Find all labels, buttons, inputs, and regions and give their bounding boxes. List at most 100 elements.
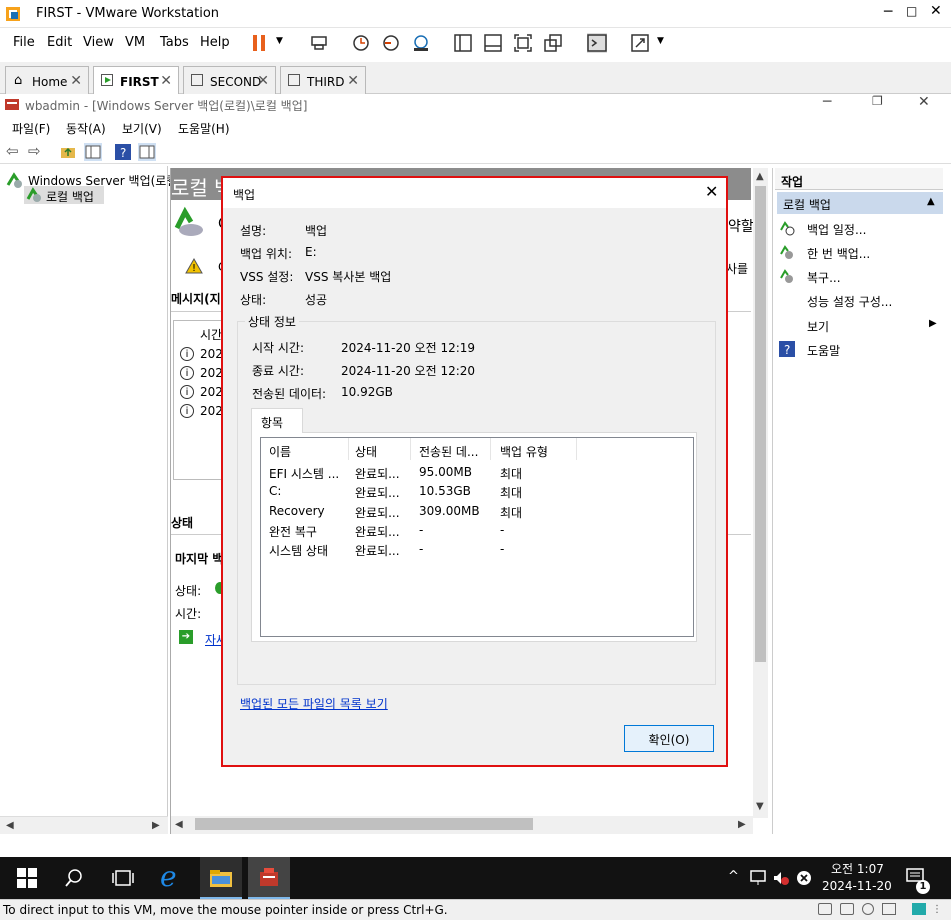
volume-muted-icon[interactable] [772,870,790,886]
hdd2-icon[interactable] [840,903,854,915]
maximize-button[interactable]: □ [906,4,917,18]
close-button[interactable]: ✕ [918,94,930,110]
field-status: 성공 [305,293,328,307]
network-icon[interactable] [750,870,768,886]
internet-explorer-icon[interactable]: e [160,860,177,893]
close-icon[interactable]: ✕ [347,73,359,89]
mmc-menubar: 파일(F) 동작(A) 보기(V) 도움말(H) [0,116,951,140]
col-status[interactable]: 상태 [349,438,411,460]
view-thumbnail-icon[interactable] [483,33,503,53]
file-explorer-button[interactable] [200,857,242,899]
unity-icon[interactable] [543,33,563,53]
center-hscrollbar[interactable]: ◀ ▶ [171,816,753,834]
col-time[interactable]: 시간 [200,326,222,343]
table-row[interactable]: 완전 복구 완료되... - - [261,522,693,540]
collapse-icon[interactable]: ▲ [927,196,935,207]
col-backup-type[interactable]: 백업 유형 [491,438,577,460]
warn-right-text: 사를 [726,262,749,276]
action-recover[interactable]: 복구... [779,268,939,286]
chevron-down-icon[interactable]: ▼ [276,36,283,46]
action-backup-schedule[interactable]: 백업 일정... [779,220,939,238]
view-all-files-link[interactable]: 백업된 모든 파일의 목록 보기 [240,695,388,712]
restore-button[interactable]: ❐ [872,94,883,108]
close-button[interactable]: ✕ [930,3,942,19]
menu-file[interactable]: 파일(F) [12,120,50,137]
messages-list[interactable]: 시간 i 202 i 202 i 202 i 202 [173,320,225,480]
tab-second[interactable]: SECOND ✕ [183,66,276,94]
minimize-button[interactable]: ─ [884,4,892,20]
center-vscrollbar[interactable]: ▲ ▼ [753,168,768,818]
menu-file[interactable]: File [13,35,35,50]
clock-time[interactable]: 오전 1:07 [831,860,884,877]
tab-label: SECOND [210,75,262,89]
stretch-icon[interactable] [630,33,650,53]
minimize-button[interactable]: ─ [823,94,831,110]
folder-up-icon[interactable] [60,144,76,160]
tree-item-local-backup[interactable]: 로컬 백업 [24,186,104,204]
action-performance-settings[interactable]: 성능 설정 구성... [807,293,892,310]
menu-tabs[interactable]: Tabs [160,35,189,50]
table-cell: 95.00MB [419,465,472,479]
close-icon[interactable]: ✕ [257,73,269,89]
show-action-pane-icon[interactable] [138,143,156,161]
tab-label: THIRD [307,75,345,89]
clock-date[interactable]: 2024-11-20 [822,879,892,893]
view-library-icon[interactable] [453,33,473,53]
close-icon[interactable]: ✕ [160,73,172,89]
chevron-down-icon[interactable]: ▼ [657,36,664,46]
show-tree-icon[interactable] [84,143,102,161]
windows-start-icon[interactable] [17,868,37,888]
help-icon: ? [779,341,795,357]
items-listview[interactable]: 이름 상태 전송된 데... 백업 유형 EFI 시스템 ... 완료되... 95… [260,437,694,637]
actions-section[interactable]: 로컬 백업 ▲ [777,192,943,214]
wbadmin-taskbar-button[interactable] [248,857,290,899]
action-view[interactable]: 보기 ▶ [779,317,939,335]
snapshot-icon[interactable] [351,33,371,53]
table-row[interactable]: Recovery 완료되... 309.00MB 최대 [261,503,693,521]
menu-vm[interactable]: VM [125,35,145,50]
col-name[interactable]: 이름 [261,438,349,460]
table-row[interactable]: 시스템 상태 완료되... - - [261,541,693,559]
back-icon[interactable]: ⇦ [6,142,19,160]
task-view-icon[interactable] [112,868,134,888]
full-screen-icon[interactable] [513,33,533,53]
tab-third[interactable]: THIRD ✕ [280,66,366,94]
close-icon[interactable]: ✕ [70,73,82,89]
table-row[interactable]: EFI 시스템 ... 완료되... 95.00MB 최대 [261,464,693,482]
snapshot-manager-icon[interactable] [411,33,431,53]
forward-icon[interactable]: ⇨ [28,142,41,160]
scroll-thumb[interactable] [195,818,533,830]
tray-expand-icon[interactable]: ^ [728,869,739,884]
network-adapter-icon[interactable] [882,903,896,915]
console-icon[interactable] [587,33,607,53]
send-ctrl-alt-del-icon[interactable] [309,33,329,53]
col-transferred[interactable]: 전송된 데... [411,438,491,460]
display-icon[interactable] [912,903,926,915]
menu-edit[interactable]: Edit [47,35,72,50]
action-help[interactable]: ? 도움말 [779,341,939,359]
notification-error-icon[interactable] [796,870,812,886]
status-text: To direct input to this VM, move the mou… [3,903,448,917]
hdd-icon[interactable] [818,903,832,915]
menu-view[interactable]: View [83,35,114,50]
tab-home[interactable]: ⌂ Home ✕ [5,66,89,94]
revert-snapshot-icon[interactable] [381,33,401,53]
ok-button[interactable]: 확인(O) [624,725,714,752]
table-cell: 완료되... [355,524,400,539]
scroll-thumb[interactable] [755,186,766,662]
pause-icon[interactable] [250,33,270,53]
menu-view[interactable]: 보기(V) [122,120,162,137]
tree-hscrollbar[interactable]: ◀ ▶ [0,816,168,834]
tab-items[interactable]: 항목 [251,408,303,433]
tab-first[interactable]: FIRST ✕ [93,66,179,94]
dialog-close-icon[interactable]: ✕ [705,182,718,201]
more-icon[interactable]: ⋮ [932,904,942,915]
action-backup-once[interactable]: 한 번 백업... [779,244,939,262]
cd-icon[interactable] [862,903,874,915]
menu-help[interactable]: Help [200,35,230,50]
help-icon[interactable]: ? [115,144,131,160]
menu-help[interactable]: 도움말(H) [178,120,230,137]
menu-action[interactable]: 동작(A) [66,120,106,137]
search-icon[interactable] [64,868,84,888]
table-row[interactable]: C: 완료되... 10.53GB 최대 [261,483,693,501]
